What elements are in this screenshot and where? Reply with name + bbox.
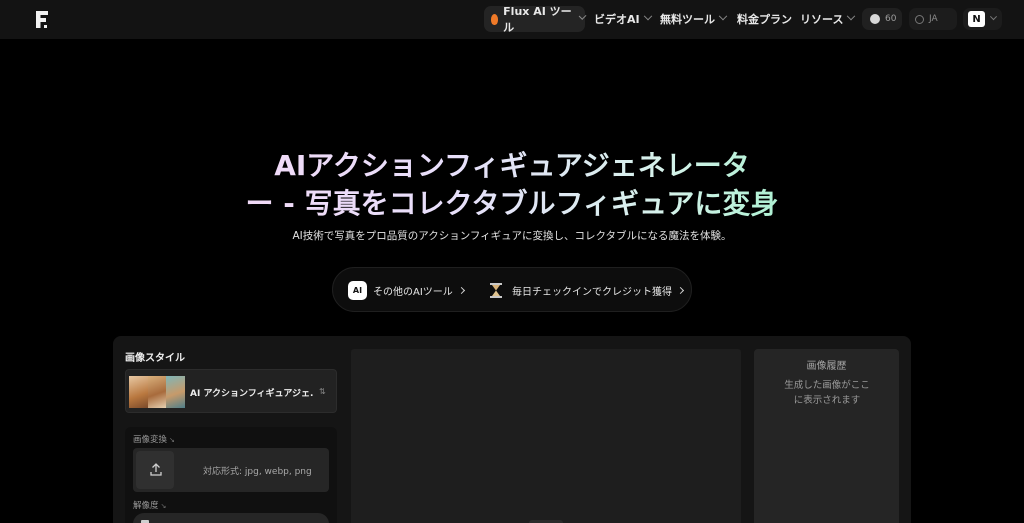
nav-pricing-label: 料金プラン	[737, 13, 792, 26]
history-empty-state: 生成した画像がここに表示されます	[784, 380, 870, 406]
fire-icon	[491, 13, 499, 25]
image-history-title: 画像履歴	[806, 361, 847, 372]
nav-resources-label: リソース	[800, 13, 844, 26]
page-subtitle: AI技術で写真をプロ品質のアクションフィギュアに変換し、コレクタブルになる魔法を…	[292, 230, 732, 242]
nav-video-ai-label: ビデオAI	[594, 13, 640, 26]
nav-free-tools-label: 無料ツール	[660, 13, 715, 26]
hourglass-icon	[490, 282, 502, 298]
image-convert-label-text: 画像変換	[133, 435, 168, 445]
nav-flux-ai-tools[interactable]: Flux AI ツール	[484, 5, 587, 34]
style-thumbnail	[147, 376, 167, 408]
user-menu[interactable]: N	[963, 8, 1002, 30]
page-title: AIアクションフィギュアジェネレータ ー - 写真をコレクタブルフィギュアに変身	[200, 147, 824, 223]
daily-checkin-label: 毎日チェックインでクレジット獲得	[512, 286, 672, 298]
upload-formats-text: 対応形式: jpg, webp, png	[203, 467, 312, 477]
page-title-line-2: ー - 写真をコレクタブルフィギュアに変身	[245, 187, 779, 220]
style-thumbnail	[129, 376, 148, 408]
nav-free-tools[interactable]: 無料ツール	[660, 6, 728, 32]
style-selector[interactable]: AI アクションフィギュアジェ... ⇅	[125, 369, 337, 413]
other-ai-tools-label: その他のAIツール	[373, 286, 453, 298]
swap-icon[interactable]: ⇅	[319, 387, 328, 396]
chevron-right-icon	[676, 286, 685, 294]
chevron-down-icon	[847, 11, 856, 21]
globe-icon	[915, 14, 924, 24]
resolution-label: 解像度 ↘	[133, 499, 166, 511]
other-ai-tools-link[interactable]: AI その他のAIツール	[348, 280, 465, 300]
image-convert-label: 画像変換 ↘	[133, 433, 175, 445]
selected-style-name: AI アクションフィギュアジェ...	[190, 389, 314, 399]
chevron-down-icon	[718, 11, 728, 21]
upload-icon	[150, 463, 162, 476]
info-icon: ↘	[169, 436, 175, 444]
style-thumbnail	[166, 376, 186, 408]
image-style-heading: 画像スタイル	[125, 353, 185, 364]
resolution-label-text: 解像度	[133, 501, 159, 511]
style-preview-thumbnails	[129, 376, 186, 408]
info-icon: ↘	[160, 502, 167, 510]
ai-badge-icon: AI	[348, 280, 367, 300]
coin-icon	[870, 14, 880, 24]
image-settings-box: 画像変換 ↘ 対応形式: jpg, webp, png 解像度 ↘	[125, 427, 337, 523]
chevron-down-icon	[578, 12, 587, 21]
nav-resources[interactable]: リソース	[800, 6, 856, 32]
nav-pricing[interactable]: 料金プラン	[737, 6, 792, 32]
language-code: JA	[929, 14, 938, 24]
language-selector[interactable]: JA	[909, 8, 957, 30]
chevron-down-icon	[989, 12, 998, 20]
nav-flux-ai-tools-label: Flux AI ツール	[503, 5, 572, 34]
credits-count: 60	[885, 14, 897, 24]
avatar: N	[968, 11, 985, 27]
chevron-right-icon	[457, 286, 465, 294]
upload-button[interactable]	[136, 451, 174, 489]
resolution-select[interactable]	[133, 513, 329, 523]
image-history-panel: 画像履歴 生成した画像がここに表示されます	[754, 349, 899, 523]
settings-panel: 画像スタイル AI アクションフィギュアジェ... ⇅ 画像変換 ↘ 対応形式:…	[113, 336, 349, 523]
daily-checkin-link[interactable]: 毎日チェックインでクレジット獲得	[488, 280, 685, 300]
top-nav: Flux AI ツール ビデオAI 無料ツール 料金プラン リソース 60 JA…	[0, 0, 1024, 39]
chevron-down-icon	[643, 11, 652, 21]
image-upload-dropzone[interactable]: 対応形式: jpg, webp, png	[133, 448, 329, 492]
image-preview-canvas	[351, 349, 741, 523]
credits-badge[interactable]: 60	[862, 8, 902, 30]
nav-video-ai[interactable]: ビデオAI	[594, 6, 652, 32]
generator-workspace: 画像スタイル AI アクションフィギュアジェ... ⇅ 画像変換 ↘ 対応形式:…	[113, 336, 911, 523]
flux-logo-icon[interactable]	[33, 9, 51, 30]
page-title-line-1: AIアクションフィギュアジェネレータ	[274, 149, 750, 182]
quick-links-bar: AI その他のAIツール 毎日チェックインでクレジット獲得	[332, 267, 692, 312]
